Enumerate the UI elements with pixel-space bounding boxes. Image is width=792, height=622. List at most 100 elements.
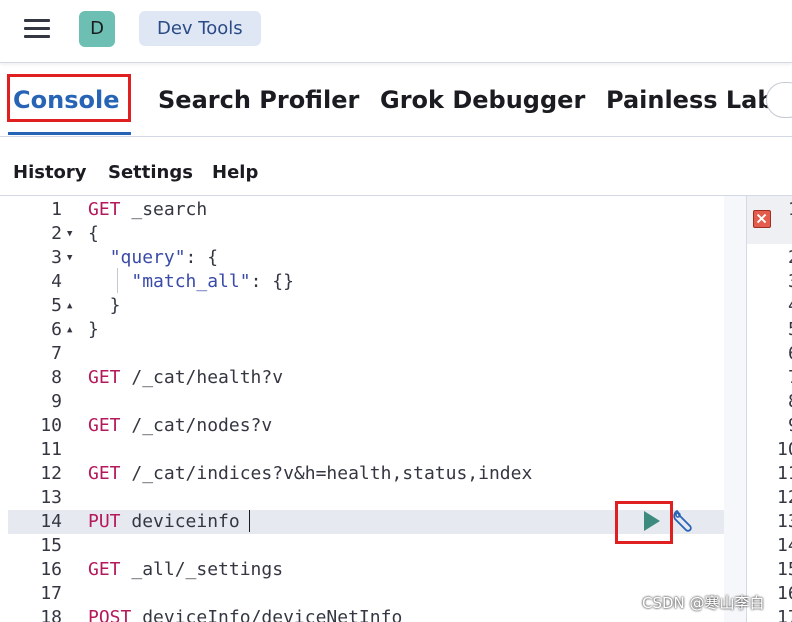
code-text: PUT deviceinfo	[88, 511, 240, 532]
line-number: 16	[40, 559, 62, 580]
console-highlight-box	[7, 74, 131, 122]
output-line-number: 2	[788, 246, 792, 270]
editor-line[interactable]: 4 "match_all": {}	[8, 270, 724, 294]
output-line-number: 8	[788, 390, 792, 414]
editor-resize-gutter[interactable]	[724, 196, 746, 622]
fold-arrow-up-icon[interactable]: ▲	[67, 294, 72, 318]
editor-line[interactable]: 16 GET _all/_settings	[8, 558, 724, 582]
output-line: 6	[747, 342, 792, 366]
tab-grok-debugger[interactable]: Grok Debugger	[380, 86, 585, 114]
editor-line[interactable]: 18 POST deviceInfo/deviceNetInfo	[8, 606, 724, 622]
breadcrumb-dev-tools[interactable]: Dev Tools	[139, 11, 261, 46]
settings-link[interactable]: Settings	[108, 162, 193, 183]
output-line-number: 12	[777, 487, 792, 508]
output-line-number: 1	[788, 198, 792, 222]
line-number: 2	[51, 223, 62, 244]
text-caret	[249, 510, 250, 532]
fold-arrow-down-icon[interactable]: ▼	[67, 222, 72, 246]
line-number: 11	[40, 439, 62, 460]
line-number: 14	[40, 511, 62, 532]
output-line-number: 4	[788, 294, 792, 318]
code-text: {	[88, 223, 99, 244]
output-line: 13	[747, 510, 792, 534]
tab-search-profiler[interactable]: Search Profiler	[158, 86, 359, 114]
editor-line[interactable]: 11	[8, 438, 724, 462]
output-line-number: 9	[788, 414, 792, 438]
dev-tools-tabs: Console Search Profiler Grok Debugger Pa…	[0, 66, 792, 137]
editor-line[interactable]: 12 GET /_cat/indices?v&h=health,status,in…	[8, 462, 724, 486]
code-text: }	[88, 295, 121, 316]
output-line: 11	[747, 462, 792, 486]
code-text: GET /_cat/health?v	[88, 367, 284, 388]
output-line: 4	[747, 294, 792, 318]
code-text: GET /_cat/indices?v&h=health,status,inde…	[88, 463, 533, 484]
editor-line[interactable]: 9	[8, 390, 724, 414]
indent-guide	[117, 268, 118, 293]
line-number: 12	[40, 463, 62, 484]
active-tab-underline	[8, 132, 131, 135]
request-editor[interactable]: 1 GET _search 2 ▼{3 ▼ "query": {4 "match_all…	[8, 196, 724, 622]
output-line: 9	[747, 414, 792, 438]
wrench-settings-icon[interactable]	[670, 508, 696, 534]
output-line-number: 5	[788, 318, 792, 342]
editor-line[interactable]: 1 GET _search	[8, 198, 724, 222]
output-line: 2	[747, 246, 792, 270]
code-text: POST deviceInfo/deviceNetInfo	[88, 607, 403, 622]
history-link[interactable]: History	[13, 162, 87, 183]
output-line-number: 10	[777, 439, 792, 460]
fold-arrow-down-icon[interactable]: ▼	[67, 246, 72, 270]
output-line: 7	[747, 366, 792, 390]
editor-line[interactable]: 7	[8, 342, 724, 366]
top-header: D Dev Tools	[0, 0, 792, 63]
editor-line[interactable]: 3 ▼ "query": {	[8, 246, 724, 270]
output-line: 8	[747, 390, 792, 414]
editor-line[interactable]: 5 ▲ }	[8, 294, 724, 318]
editor-line[interactable]: 2 ▼ {	[8, 222, 724, 246]
code-text: "match_all": {}	[131, 271, 294, 292]
line-number: 6	[51, 319, 62, 340]
line-number: 1	[51, 199, 62, 220]
output-line-number: 3	[788, 270, 792, 294]
output-line-number: 17	[777, 607, 792, 622]
output-line-number: 6	[788, 342, 792, 366]
hamburger-menu-icon[interactable]	[24, 19, 50, 41]
tab-painless-lab[interactable]: Painless Lab	[606, 86, 775, 114]
line-number: 18	[40, 607, 62, 622]
output-line-number: 15	[777, 559, 792, 580]
output-line: 5	[747, 318, 792, 342]
csdn-watermark: CSDN @寒山李白	[642, 594, 765, 612]
line-number: 13	[40, 487, 62, 508]
editor-line[interactable]: 17	[8, 582, 724, 606]
space-avatar[interactable]: D	[79, 11, 115, 47]
line-number: 10	[40, 415, 62, 436]
output-line: 1	[747, 198, 792, 222]
line-number: 8	[51, 367, 62, 388]
output-line-number: 7	[788, 366, 792, 390]
code-text: GET _all/_settings	[88, 559, 284, 580]
line-number: 15	[40, 535, 62, 556]
fold-arrow-up-icon[interactable]: ▲	[67, 318, 72, 342]
output-line-number: 16	[777, 583, 792, 604]
output-line: 10	[747, 438, 792, 462]
editor-line[interactable]: 6 ▲}	[8, 318, 724, 342]
line-number: 3	[51, 247, 62, 268]
line-number: 17	[40, 583, 62, 604]
line-number: 5	[51, 295, 62, 316]
code-text: "query": {	[109, 247, 219, 268]
line-number: 4	[51, 271, 62, 292]
console-subnav: History Settings Help	[0, 137, 792, 196]
code-text: }	[88, 319, 99, 340]
help-link[interactable]: Help	[212, 162, 258, 183]
output-line: 12	[747, 486, 792, 510]
editor-line[interactable]: 8 GET /_cat/health?v	[8, 366, 724, 390]
editor-line[interactable]: 10 GET /_cat/nodes?v	[8, 414, 724, 438]
output-line-number: 13	[777, 511, 792, 532]
code-text: GET _search	[88, 199, 208, 220]
line-number: 9	[51, 391, 62, 412]
line-number: 7	[51, 343, 62, 364]
response-output-panel[interactable]: 1234567891011121314151617	[746, 196, 792, 622]
output-line: 3	[747, 270, 792, 294]
play-highlight-box	[615, 501, 673, 544]
output-line: 15	[747, 558, 792, 582]
output-line-number: 14	[777, 535, 792, 556]
